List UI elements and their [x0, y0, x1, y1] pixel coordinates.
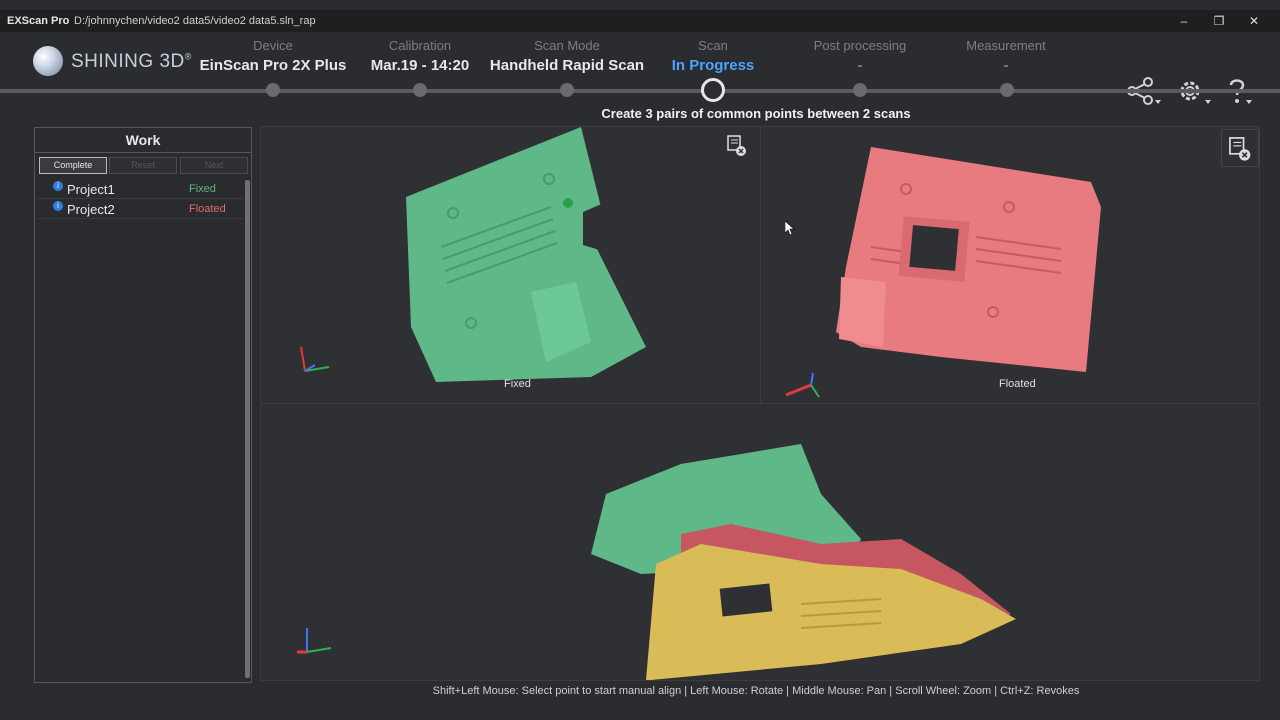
step-dot-measurement[interactable] — [1000, 83, 1014, 97]
restore-button[interactable]: ❐ — [1205, 12, 1233, 30]
work-panel-scrollbar[interactable] — [245, 180, 250, 678]
clear-points-icon — [727, 135, 746, 156]
step-scan[interactable]: Scan In Progress — [638, 38, 788, 74]
info-icon: i — [53, 181, 63, 191]
fixed-scan-model — [406, 127, 646, 382]
combined-viewport[interactable] — [260, 403, 1260, 681]
logo-sphere-icon — [33, 46, 63, 76]
step-value: - — [1003, 57, 1009, 74]
project-path: D:/johnnychen/video2 data5/video2 data5.… — [74, 15, 316, 27]
project-name: Project2 — [67, 202, 115, 217]
step-dot-post-processing[interactable] — [853, 83, 867, 97]
step-value: In Progress — [671, 57, 755, 74]
project-status: Fixed — [189, 183, 216, 195]
axis-triad-icon — [297, 628, 332, 654]
info-icon: i — [53, 201, 63, 211]
step-value: Mar.19 - 14:20 — [370, 57, 470, 74]
axis-triad-icon — [300, 346, 330, 372]
step-device[interactable]: Device EinScan Pro 2X Plus — [198, 38, 348, 74]
logo-text: SHINING 3D — [71, 51, 185, 72]
step-calibration[interactable]: Calibration Mar.19 - 14:20 — [345, 38, 495, 74]
complete-button[interactable]: Complete — [39, 157, 107, 174]
status-hint: Shift+Left Mouse: Select point to start … — [432, 685, 1080, 697]
step-scan-mode[interactable]: Scan Mode Handheld Rapid Scan — [488, 38, 646, 74]
minimize-button[interactable]: – — [1170, 12, 1198, 30]
progress-track — [0, 89, 1280, 93]
step-label: Scan — [698, 38, 728, 53]
step-value: EinScan Pro 2X Plus — [199, 57, 347, 74]
shining3d-logo: SHINING 3D® — [33, 46, 213, 80]
clear-points-button[interactable] — [1221, 129, 1259, 167]
title-bar: EXScan Pro D:/johnnychen/video2 data5/vi… — [0, 10, 1280, 32]
step-label: Scan Mode — [534, 38, 600, 53]
combined-scan-model — [591, 444, 1016, 680]
step-dot-scan-mode[interactable] — [560, 83, 574, 97]
work-panel-title: Work — [35, 128, 251, 153]
floated-label: Floated — [999, 378, 1036, 390]
step-post-processing[interactable]: Post processing - — [785, 38, 935, 74]
next-button[interactable]: Next — [180, 157, 248, 174]
step-label: Device — [253, 38, 293, 53]
step-label: Post processing — [813, 38, 907, 53]
instruction-text: Create 3 pairs of common points between … — [601, 106, 911, 121]
step-dot-scan-current[interactable] — [701, 78, 725, 102]
app-name: EXScan Pro — [7, 15, 70, 27]
floated-scan-model — [836, 147, 1101, 372]
project-name: Project1 — [67, 182, 115, 197]
step-dot-calibration[interactable] — [413, 83, 427, 97]
project-row[interactable]: i Project1 Fixed — [37, 179, 243, 199]
fixed-viewport[interactable]: Fixed — [260, 126, 761, 404]
floated-viewport[interactable]: Floated — [760, 126, 1260, 404]
clear-points-icon — [1229, 137, 1251, 161]
axis-triad-icon — [785, 372, 820, 398]
fixed-label: Fixed — [504, 378, 531, 390]
mouse-cursor-icon — [784, 220, 795, 238]
project-row[interactable]: i Project2 Floated — [37, 199, 243, 219]
step-label: Measurement — [966, 38, 1046, 53]
close-button[interactable]: ✕ — [1240, 12, 1268, 30]
logo-registered-mark: ® — [184, 51, 192, 62]
step-value: - — [857, 57, 863, 74]
step-dot-device[interactable] — [266, 83, 280, 97]
step-measurement[interactable]: Measurement - — [931, 38, 1081, 74]
step-label: Calibration — [388, 38, 452, 53]
project-status: Floated — [189, 203, 226, 215]
work-panel: Work Complete Reset Next i Project1 Fixe… — [34, 127, 252, 683]
step-value: Handheld Rapid Scan — [489, 57, 645, 74]
reset-button[interactable]: Reset — [109, 157, 177, 174]
clear-points-button[interactable] — [721, 129, 757, 165]
